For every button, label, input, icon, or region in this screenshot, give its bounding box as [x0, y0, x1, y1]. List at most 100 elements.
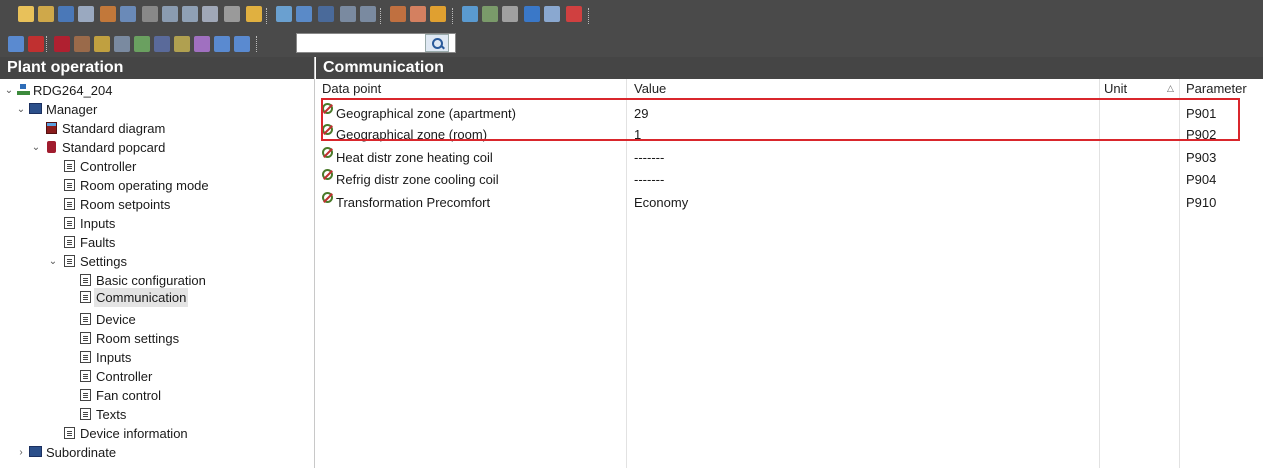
column-header-parameter[interactable]: Parameter	[1186, 81, 1247, 96]
edit-icon[interactable]	[120, 6, 136, 22]
tree-item-label: Settings	[80, 254, 127, 269]
data-point-cell: Heat distr zone heating coil	[336, 150, 493, 165]
column-header-unit[interactable]: Unit	[1104, 81, 1127, 96]
tree-item-label: Communication	[94, 288, 189, 307]
chart-icon[interactable]	[94, 36, 110, 52]
network-icon[interactable]	[462, 6, 478, 22]
tree-item-label: Subordinate	[46, 445, 117, 460]
paste-special-icon[interactable]	[202, 6, 218, 22]
toolbar-separator	[380, 8, 382, 24]
diagram-icon	[46, 122, 57, 134]
highlight-annotation	[321, 98, 1240, 141]
manager-icon	[29, 103, 42, 114]
page-icon	[80, 351, 91, 363]
data-point-cell: Transformation Precomfort	[336, 195, 491, 210]
page-icon	[64, 236, 75, 248]
brush-icon[interactable]	[174, 36, 190, 52]
window-icon[interactable]	[524, 6, 540, 22]
page-icon	[80, 291, 91, 303]
pointer-icon[interactable]	[318, 6, 334, 22]
undo-icon[interactable]	[296, 6, 312, 22]
table-header: Data point Value Unit △ Parameter	[316, 79, 1263, 98]
column-header-data-point[interactable]: Data point	[322, 81, 381, 96]
secondary-toolbar	[0, 31, 1263, 57]
paste-icon[interactable]	[182, 6, 198, 22]
sort-arrow-icon[interactable]: △	[1167, 83, 1174, 94]
tree-item-label: Inputs	[96, 350, 132, 365]
help-icon[interactable]	[246, 6, 262, 22]
grid-icon[interactable]	[78, 6, 94, 22]
table-row[interactable]: Refrig distr zone cooling coil ------- P…	[316, 169, 1263, 190]
import-icon[interactable]	[134, 36, 150, 52]
parameter-cell: P904	[1186, 172, 1217, 187]
tools-icon[interactable]	[502, 6, 518, 22]
device-tree-icon	[17, 84, 30, 96]
column-header-value[interactable]: Value	[634, 81, 666, 96]
datapoint-icon	[322, 192, 333, 203]
settings-icon[interactable]	[410, 6, 426, 22]
chevron-right-icon[interactable]: ›	[16, 443, 26, 462]
value-cell[interactable]: -------	[634, 147, 664, 168]
tree-item-label: Texts	[96, 407, 127, 422]
arrow-right-icon[interactable]	[234, 36, 250, 52]
tree-item-label: Standard popcard	[62, 140, 166, 155]
toolbar-separator	[46, 36, 48, 52]
tree-item-label: Device information	[80, 426, 188, 441]
panel-title: Communication	[316, 57, 1263, 79]
value-cell[interactable]: Economy	[634, 192, 688, 213]
devices-icon[interactable]	[482, 6, 498, 22]
list-icon[interactable]	[114, 36, 130, 52]
user-icon[interactable]	[390, 6, 406, 22]
table-row[interactable]: Heat distr zone heating coil ------- P90…	[316, 147, 1263, 168]
toolbar-separator	[256, 36, 258, 52]
tree-item-label: Device	[96, 312, 136, 327]
forward-icon[interactable]	[340, 6, 356, 22]
table-row[interactable]: Transformation Precomfort Economy P910	[316, 192, 1263, 213]
back-icon[interactable]	[360, 6, 376, 22]
page-icon	[80, 313, 91, 325]
chevron-down-icon[interactable]: ⌄	[31, 138, 41, 157]
search-icon[interactable]	[425, 34, 449, 52]
text-icon[interactable]	[154, 36, 170, 52]
manager-icon	[29, 446, 42, 457]
tree-item-label: Manager	[46, 102, 98, 117]
layout-icon[interactable]	[544, 6, 560, 22]
tree-item-label: Controller	[96, 369, 153, 384]
paint-icon[interactable]	[100, 6, 116, 22]
stop-icon[interactable]	[28, 36, 44, 52]
tag-icon[interactable]	[194, 36, 210, 52]
tree-item-label: Room setpoints	[80, 197, 171, 212]
toolbar-separator	[588, 8, 590, 24]
edit-page-icon[interactable]	[8, 36, 24, 52]
arrow-left-icon[interactable]	[214, 36, 230, 52]
popcard-icon[interactable]	[54, 36, 70, 52]
tree-item-label: Inputs	[80, 216, 116, 231]
page-icon	[64, 179, 75, 191]
delete-icon[interactable]	[224, 6, 240, 22]
page-icon	[80, 408, 91, 420]
parameter-cell: P910	[1186, 195, 1217, 210]
color-icon[interactable]	[430, 6, 446, 22]
find-icon[interactable]	[276, 6, 292, 22]
copy-icon[interactable]	[162, 6, 178, 22]
chevron-down-icon[interactable]: ⌄	[48, 252, 58, 271]
tree-item-label: Fan control	[96, 388, 162, 403]
page-icon	[64, 160, 75, 172]
save-icon[interactable]	[58, 6, 74, 22]
datapoint-icon	[322, 169, 333, 180]
diagram-icon[interactable]	[74, 36, 90, 52]
panel-title: Plant operation	[0, 57, 314, 79]
chevron-down-icon[interactable]: ⌄	[4, 81, 14, 100]
popcard-icon	[47, 141, 56, 153]
cut-icon[interactable]	[142, 6, 158, 22]
chevron-down-icon[interactable]: ⌄	[16, 100, 26, 119]
open-icon[interactable]	[38, 6, 54, 22]
tree-item-label: Standard diagram	[62, 121, 166, 136]
new-icon[interactable]	[18, 6, 34, 22]
data-point-cell: Refrig distr zone cooling coil	[336, 172, 499, 187]
tree-item-label: Room settings	[96, 331, 180, 346]
value-cell[interactable]: -------	[634, 169, 664, 190]
report-icon[interactable]	[566, 6, 582, 22]
page-icon	[80, 370, 91, 382]
plant-operation-panel: Plant operation ⌄ RDG264_204 ⌄ Manager S…	[0, 57, 315, 468]
